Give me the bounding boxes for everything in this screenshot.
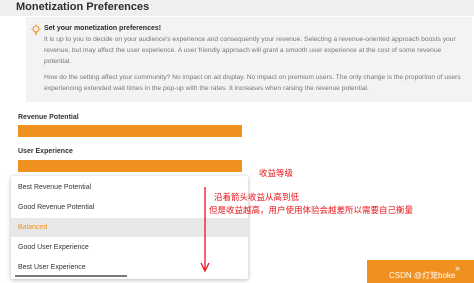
- info-paragraph-1: It is up to you to decide on your audien…: [44, 36, 456, 65]
- option-good-user-experience[interactable]: Good User Experience: [11, 238, 248, 257]
- info-title: Set your monetization preferences!: [44, 25, 162, 32]
- double-chevron-icon: »: [455, 263, 461, 273]
- input-underline: [15, 275, 127, 277]
- annotation-revenue-level: 收益等级: [259, 168, 294, 178]
- option-balanced[interactable]: Balanced: [11, 218, 248, 237]
- page-header: Monetization Preferences: [0, 0, 474, 16]
- monetization-level-dropdown[interactable]: Best Revenue Potential Good Revenue Pote…: [11, 176, 248, 279]
- info-paragraph-2: How do the setting affect your community…: [44, 74, 461, 92]
- down-arrow-icon: [200, 187, 210, 273]
- revenue-potential-label: Revenue Potential: [18, 114, 79, 121]
- option-best-revenue-potential[interactable]: Best Revenue Potential: [11, 178, 248, 197]
- revenue-potential-bar: [18, 125, 242, 137]
- annotation-line-1: 沿着箭头收益从高到低: [214, 192, 300, 202]
- lightbulb-icon: [31, 24, 41, 35]
- annotation-line-2: 但是收益越高，用户使用体验会越差所以需要自己衡量: [209, 205, 414, 215]
- user-experience-label: User Experience: [18, 148, 73, 155]
- page-title: Monetization Preferences: [16, 1, 150, 13]
- watermark-text: CSDN @灯笼boke: [389, 271, 456, 280]
- user-experience-bar[interactable]: [18, 160, 242, 172]
